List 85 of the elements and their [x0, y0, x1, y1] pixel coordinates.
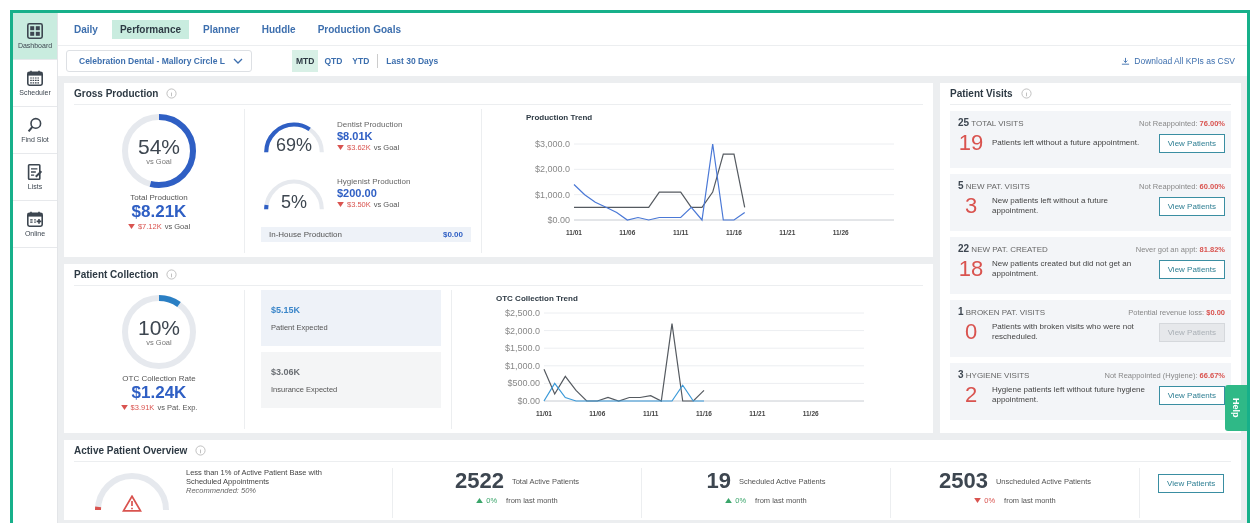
- visit-description: New patients created but did not get an appointment.: [992, 258, 1133, 280]
- visit-number: 0: [963, 319, 979, 345]
- up-triangle-icon: [725, 498, 733, 503]
- down-triangle-icon: [127, 224, 135, 229]
- period-button[interactable]: QTD: [320, 50, 347, 72]
- down-triangle-icon: [974, 498, 982, 503]
- visit-description: Hygiene patients left without future hygiene appointment.: [992, 384, 1146, 406]
- calendar-icon: [27, 70, 43, 86]
- stat-value: 2522: [454, 468, 504, 494]
- metric-value: $5.15K: [271, 304, 302, 315]
- card-title: Patient Collection: [74, 269, 159, 280]
- visit-count: 22 NEW PAT. CREATED: [958, 243, 1048, 254]
- period-button[interactable]: MTD: [291, 50, 319, 72]
- percent-value: 54%: [138, 136, 180, 157]
- metric-value: $200.00: [337, 187, 378, 199]
- visit-number: 2: [963, 382, 979, 408]
- metric-value: $8.01K: [337, 130, 374, 142]
- view-patients-button[interactable]: View Patients: [1158, 385, 1225, 405]
- tick-label: $500.00: [507, 378, 540, 389]
- stat-value: 2503: [939, 468, 988, 494]
- list-edit-icon: [27, 164, 43, 180]
- metric-value: $8.21K: [131, 202, 187, 222]
- visit-count: 25 TOTAL VISITS: [958, 117, 1024, 128]
- percent-value: 10%: [138, 317, 180, 338]
- view-patients-button[interactable]: View Patients: [1158, 196, 1225, 216]
- download-link[interactable]: Download All KPIs as CSV: [1121, 56, 1239, 66]
- metric-label: Total Production: [130, 193, 188, 202]
- tick-label: $0.00: [517, 396, 540, 406]
- calendar-icon: [27, 211, 43, 227]
- visit-description: Patients left without a future appointment.: [992, 137, 1141, 149]
- chart-title: OTC Collection Trend: [496, 294, 579, 303]
- percent-value: 5%: [281, 193, 307, 211]
- visit-number: 19: [958, 130, 984, 156]
- tick-label: $1,500.0: [504, 343, 540, 354]
- down-triangle-icon: [120, 405, 128, 410]
- up-triangle-icon: [476, 498, 484, 503]
- nav-tab[interactable]: Planner: [195, 19, 248, 39]
- metric-label: In-House Production: [269, 230, 342, 239]
- visit-count: 1 BROKEN PAT. VISITS: [958, 306, 1046, 317]
- down-triangle-icon: [337, 145, 344, 150]
- view-patients-button[interactable]: View Patients: [1158, 133, 1225, 153]
- metric-value: $3.06K: [271, 366, 302, 377]
- visit-count: 5 NEW PAT. VISITS: [958, 180, 1030, 191]
- nav-tab[interactable]: Performance: [111, 19, 190, 39]
- tick-label: $0.00: [547, 215, 570, 225]
- period-button[interactable]: YTD: [348, 50, 374, 72]
- tick-label: $2,000.0: [504, 325, 540, 336]
- down-triangle-icon: [337, 202, 344, 207]
- dashboard-icon: [27, 23, 43, 39]
- tick-label: $2,000.0: [534, 164, 570, 175]
- visit-number: 3: [963, 193, 979, 219]
- metric-value: $1.24K: [131, 383, 187, 403]
- search-icon: [27, 117, 43, 133]
- visit-count: 3 HYGIENE VISITS: [958, 369, 1030, 380]
- info-icon[interactable]: [166, 88, 178, 99]
- chart-title: Production Trend: [526, 113, 594, 122]
- metric-value: $0.00: [442, 230, 463, 239]
- metric-label: OTC Collection Rate: [122, 374, 196, 383]
- nav-tab[interactable]: Daily: [66, 19, 106, 39]
- info-icon[interactable]: [166, 269, 178, 280]
- view-patients-button[interactable]: View Patients: [1158, 474, 1225, 493]
- tick-label: $2,500.0: [504, 308, 540, 318]
- card-title: Active Patient Overview: [74, 445, 188, 456]
- view-patients-button[interactable]: View Patients: [1158, 259, 1225, 279]
- percent-value: 69%: [276, 136, 312, 154]
- tick-label: $3,000.0: [534, 139, 570, 149]
- stat-value: 19: [706, 468, 731, 494]
- tick-label: $1,000.0: [534, 189, 570, 200]
- visit-description: Patients with broken visits who were not rescheduled.: [992, 321, 1135, 343]
- tick-label: $1,000.0: [504, 360, 540, 371]
- card-title: Gross Production: [74, 88, 159, 99]
- location-dropdown[interactable]: Celebration Dental - Mallory Circle L: [66, 50, 252, 72]
- info-icon[interactable]: [1020, 88, 1032, 99]
- metric-label: Hygienist Production: [337, 177, 411, 186]
- visit-number: 18: [958, 256, 984, 282]
- nav-tab[interactable]: Huddle: [253, 19, 304, 39]
- metric-label: Dentist Production: [337, 120, 403, 129]
- info-icon[interactable]: [195, 445, 207, 456]
- chevron-down-icon: [232, 58, 243, 64]
- warning-icon: [122, 495, 142, 512]
- visit-description: New patients left without a future appointment.: [992, 195, 1110, 217]
- download-icon: [1121, 56, 1131, 66]
- period-button[interactable]: Last 30 Days: [382, 50, 443, 72]
- nav-tab[interactable]: Production Goals: [309, 19, 409, 39]
- card-title: Patient Visits: [950, 88, 1013, 99]
